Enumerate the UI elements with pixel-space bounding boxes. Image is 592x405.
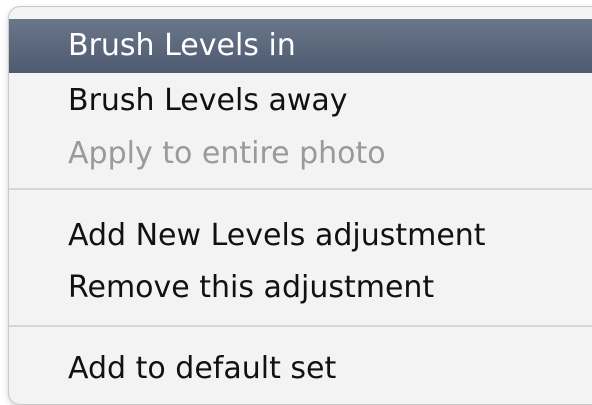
menu-separator <box>9 325 592 327</box>
menu-item-add-new-levels-adjustment[interactable]: Add New Levels adjustment <box>9 209 592 263</box>
menu-item-brush-levels-in[interactable]: Brush Levels in <box>9 19 592 73</box>
context-menu: Brush Levels in Brush Levels away Apply … <box>8 6 592 405</box>
menu-item-add-to-default-set[interactable]: Add to default set <box>9 342 592 396</box>
menu-item-apply-to-entire-photo: Apply to entire photo <box>68 136 386 171</box>
menu-item-brush-levels-away[interactable]: Brush Levels away <box>9 74 592 128</box>
menu-separator <box>9 188 592 190</box>
menu-item-remove-this-adjustment[interactable]: Remove this adjustment <box>9 261 592 315</box>
